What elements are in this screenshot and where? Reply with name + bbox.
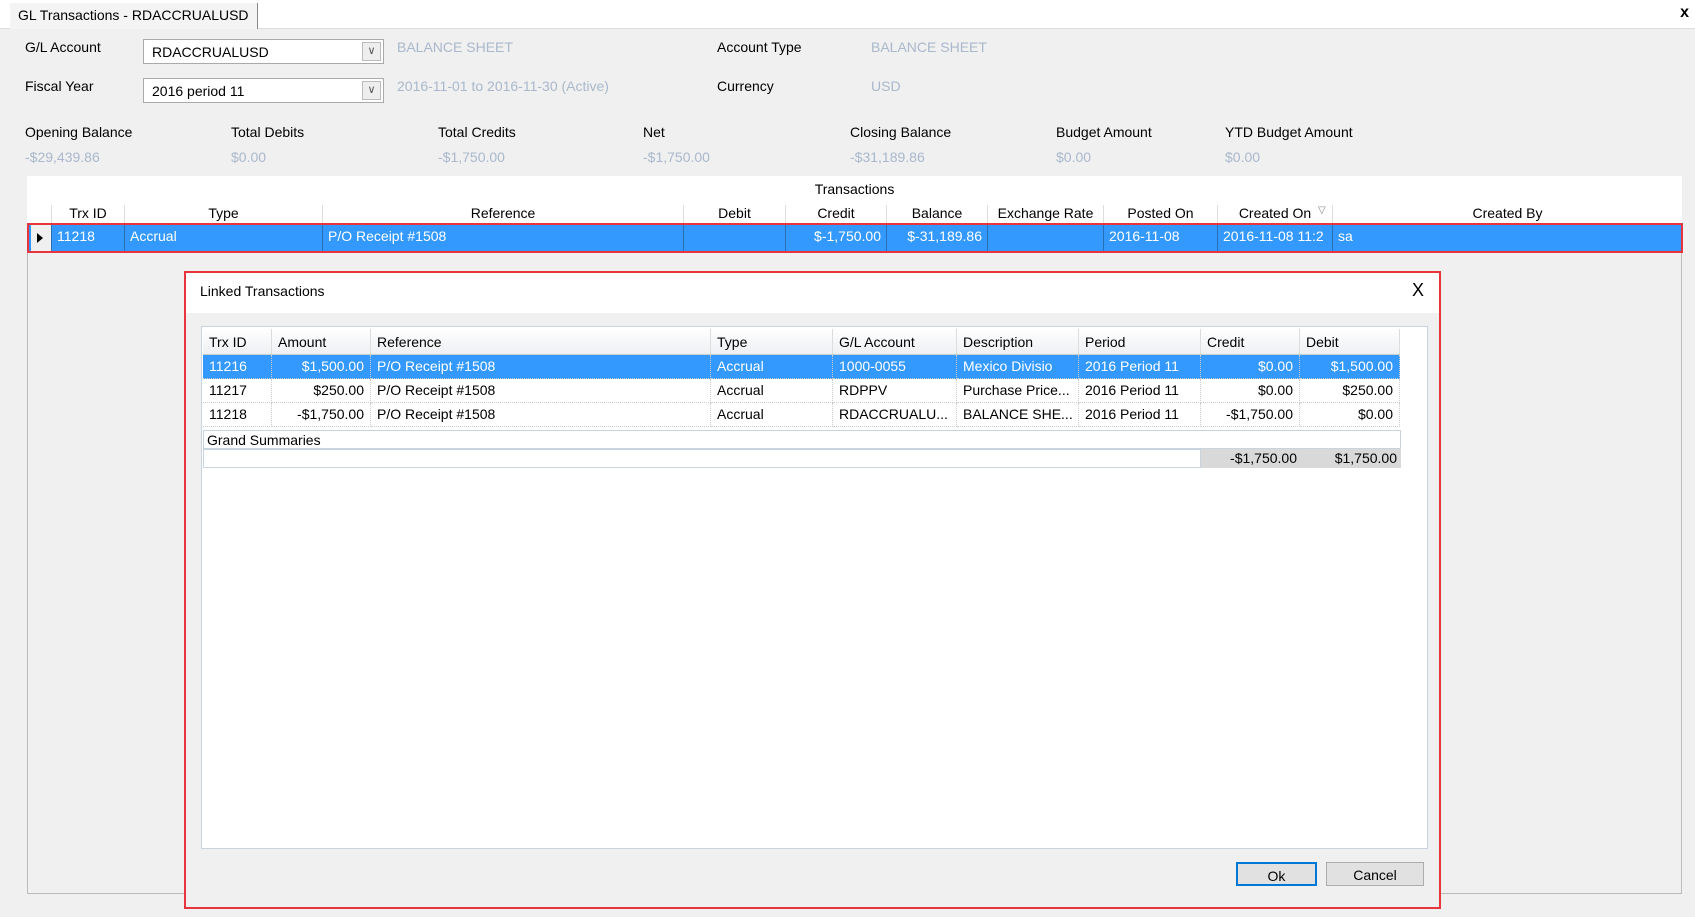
- summary-value: -$1,750.00: [643, 149, 710, 165]
- column-header-posted-on[interactable]: Posted On: [1103, 205, 1217, 225]
- summary-value: -$1,750.00: [438, 149, 505, 165]
- table-cell: -$1,750.00: [1201, 403, 1300, 427]
- table-cell: Accrual: [711, 355, 833, 379]
- table-cell: $1,500.00: [1300, 355, 1400, 379]
- table-cell: [683, 225, 785, 251]
- table-cell: Accrual: [711, 403, 833, 427]
- fiscal-year-value: 2016 period 11: [152, 83, 245, 99]
- column-header-period[interactable]: Period: [1079, 329, 1201, 355]
- column-header-exchange-rate[interactable]: Exchange Rate: [987, 205, 1103, 225]
- column-header-type[interactable]: Type: [711, 329, 833, 355]
- table-cell: $250.00: [272, 379, 371, 403]
- gl-account-label: G/L Account: [25, 39, 101, 55]
- column-header-reference[interactable]: Reference: [371, 329, 711, 355]
- table-cell: P/O Receipt #1508: [371, 355, 711, 379]
- column-header-balance[interactable]: Balance: [886, 205, 987, 225]
- table-cell: 2016-11-08 11:2: [1217, 225, 1332, 251]
- column-header-description[interactable]: Description: [957, 329, 1079, 355]
- gl-account-description: BALANCE SHEET: [397, 39, 513, 55]
- ok-button[interactable]: Ok: [1236, 862, 1317, 886]
- summary-value: $0.00: [1225, 149, 1261, 165]
- table-cell: $-1,750.00: [785, 225, 886, 251]
- gl-account-combo[interactable]: RDACCRUALUSD ∨: [143, 39, 384, 64]
- account-type-label: Account Type: [717, 39, 802, 55]
- summary-value: -$29,439.86: [25, 149, 100, 165]
- summary-label: Net: [643, 124, 665, 140]
- column-header-debit[interactable]: Debit: [683, 205, 785, 225]
- table-cell: Accrual: [124, 225, 322, 251]
- table-cell: RDACCRUALU...: [833, 403, 957, 427]
- table-cell: 2016-11-08: [1103, 225, 1217, 251]
- table-cell: 11216: [203, 355, 272, 379]
- column-header-amount[interactable]: Amount: [272, 329, 371, 355]
- table-cell: Accrual: [711, 379, 833, 403]
- table-cell: BALANCE SHE...: [957, 403, 1079, 427]
- dialog-close-icon[interactable]: X: [1412, 280, 1424, 301]
- column-header-credit[interactable]: Credit: [785, 205, 886, 225]
- table-cell: $0.00: [1300, 403, 1400, 427]
- chevron-down-icon[interactable]: ∨: [362, 81, 381, 100]
- summary-label: Budget Amount: [1056, 124, 1152, 140]
- close-window-button[interactable]: x: [1680, 4, 1689, 22]
- table-cell: 11218: [203, 403, 272, 427]
- summary-value: -$31,189.86: [850, 149, 925, 165]
- table-cell: 2016 Period 11: [1079, 379, 1201, 403]
- column-header-g-l-account[interactable]: G/L Account: [833, 329, 957, 355]
- column-header-type[interactable]: Type: [124, 205, 322, 225]
- tab-gl-transactions[interactable]: GL Transactions - RDACCRUALUSD: [10, 3, 258, 29]
- table-cell: $1,500.00: [272, 355, 371, 379]
- column-header-trx-id[interactable]: Trx ID: [203, 329, 272, 355]
- column-header-trx-id[interactable]: Trx ID: [51, 205, 124, 225]
- table-cell: $250.00: [1300, 379, 1400, 403]
- table-cell: $0.00: [1201, 379, 1300, 403]
- account-type-value: BALANCE SHEET: [871, 39, 987, 55]
- fiscal-year-combo[interactable]: 2016 period 11 ∨: [143, 78, 384, 103]
- summary-label: Closing Balance: [850, 124, 952, 140]
- fiscal-year-range: 2016-11-01 to 2016-11-30 (Active): [397, 78, 609, 94]
- summary-label: Opening Balance: [25, 124, 133, 140]
- row-indicator: [31, 225, 51, 251]
- table-cell: P/O Receipt #1508: [371, 403, 711, 427]
- transactions-title: Transactions: [814, 181, 895, 197]
- table-cell: P/O Receipt #1508: [371, 379, 711, 403]
- grand-summaries-label: Grand Summaries: [203, 430, 1401, 449]
- table-cell: RDPPV: [833, 379, 957, 403]
- grand-summaries-spacer: [203, 449, 1201, 468]
- table-cell: 2016 Period 11: [1079, 355, 1201, 379]
- table-cell: $-31,189.86: [886, 225, 987, 251]
- table-cell: 11217: [203, 379, 272, 403]
- row-pointer-icon: [37, 233, 43, 243]
- table-cell: -$1,750.00: [272, 403, 371, 427]
- table-cell: sa: [1332, 225, 1682, 251]
- column-header-reference[interactable]: Reference: [322, 205, 683, 225]
- table-cell: 1000-0055: [833, 355, 957, 379]
- summary-value: $0.00: [1056, 149, 1092, 165]
- total-debit: $1,750.00: [1301, 449, 1401, 468]
- column-header-created-by[interactable]: Created By: [1332, 205, 1682, 225]
- summary-label: Total Credits: [438, 124, 516, 140]
- table-cell: [987, 225, 1103, 251]
- cancel-button[interactable]: Cancel: [1326, 862, 1424, 886]
- table-cell: $0.00: [1201, 355, 1300, 379]
- currency-value: USD: [871, 78, 901, 94]
- column-header-debit[interactable]: Debit: [1300, 329, 1400, 355]
- total-credit: -$1,750.00: [1201, 449, 1301, 468]
- summary-label: YTD Budget Amount: [1225, 124, 1353, 140]
- table-cell: 2016 Period 11: [1079, 403, 1201, 427]
- sort-filter-icon[interactable]: ▽: [1318, 205, 1326, 216]
- table-cell: Purchase Price...: [957, 379, 1079, 403]
- chevron-down-icon[interactable]: ∨: [362, 42, 381, 61]
- table-cell: P/O Receipt #1508: [322, 225, 683, 251]
- column-header-created-on[interactable]: Created On: [1217, 205, 1332, 225]
- summary-label: Total Debits: [231, 124, 305, 140]
- fiscal-year-label: Fiscal Year: [25, 78, 94, 94]
- dialog-title-bar: [186, 273, 1439, 313]
- column-header-credit[interactable]: Credit: [1201, 329, 1300, 355]
- dialog-title: Linked Transactions: [200, 283, 325, 299]
- table-cell: Mexico Divisio: [957, 355, 1079, 379]
- currency-label: Currency: [717, 78, 774, 94]
- gl-account-value: RDACCRUALUSD: [152, 44, 269, 60]
- table-cell: 11218: [51, 225, 124, 251]
- summary-value: $0.00: [231, 149, 267, 165]
